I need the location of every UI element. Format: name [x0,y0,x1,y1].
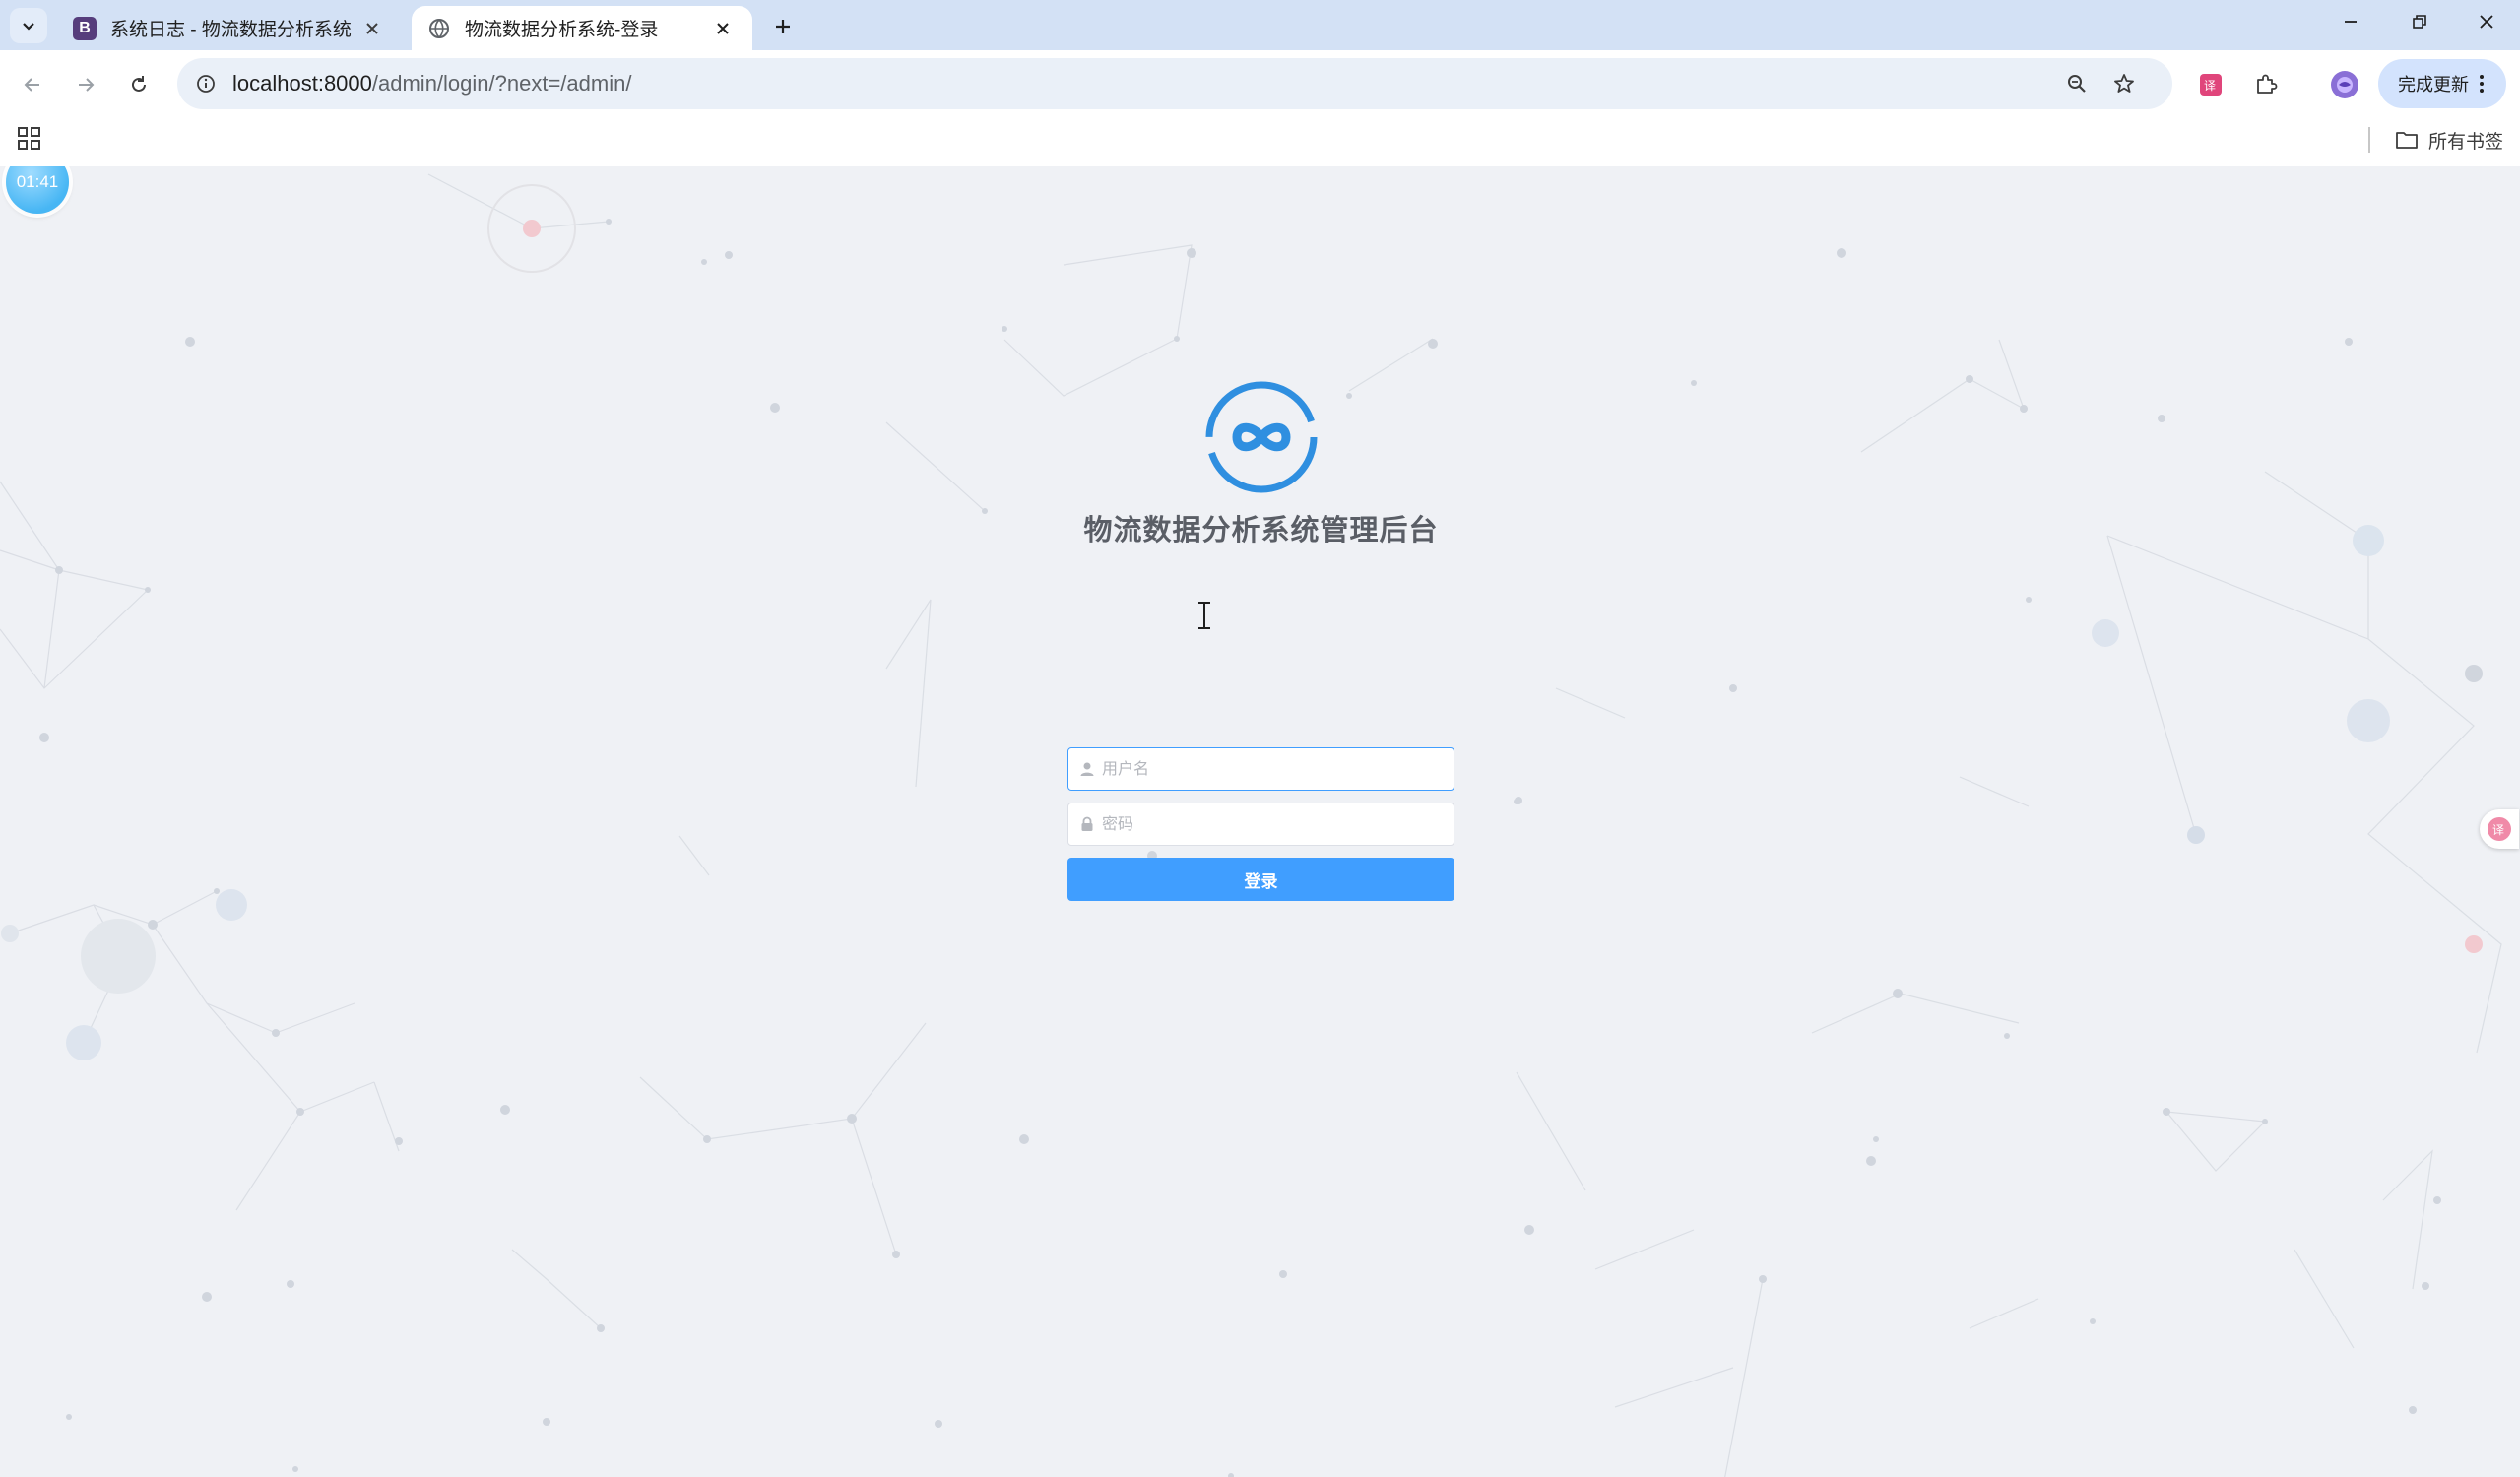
url-path: /admin/login/?next=/admin/ [371,71,632,96]
tab-search-button[interactable] [10,8,47,43]
timer-text: 01:41 [16,172,59,191]
site-info-button[interactable] [189,67,223,100]
close-icon [2480,15,2493,29]
tab-close-icon[interactable] [358,15,386,42]
side-translate-button[interactable]: 译 [2480,809,2519,849]
globe-icon [427,17,451,40]
zoom-icon [2068,75,2086,93]
close-window-button[interactable] [2452,0,2520,43]
new-tab-button[interactable] [766,10,800,43]
translate-icon: 译 [2488,817,2511,841]
tab-title: 物流数据分析系统-登录 [465,20,659,40]
minimize-button[interactable] [2316,0,2385,43]
username-input[interactable] [1100,754,1449,786]
login-button[interactable]: 登录 [1067,858,1454,901]
chevron-down-icon [23,23,34,31]
svg-text:译: 译 [2204,79,2216,93]
restore-button[interactable] [2385,0,2454,43]
folder-icon [2396,132,2418,149]
more-vert-icon [2480,75,2484,93]
reload-button[interactable] [118,64,160,105]
translate-icon: 译 [2200,74,2222,96]
plus-icon [776,20,790,33]
all-bookmarks-label: 所有书签 [2428,131,2504,153]
profile-button[interactable] [2326,66,2363,103]
password-input[interactable] [1100,809,1449,841]
text-cursor-icon [1198,602,1210,629]
bookmark-star-button[interactable] [2107,67,2141,100]
url-host: localhost:8000 [232,71,372,96]
tab-login[interactable]: 物流数据分析系统-登录 [412,6,752,50]
tab-strip: B 系统日志 - 物流数据分析系统 物流数据分析系统-登录 [0,0,2520,50]
svg-text:译: 译 [2492,823,2504,837]
tab-close-icon[interactable] [709,15,737,42]
extensions-button[interactable] [2247,66,2285,103]
forward-button[interactable] [65,64,106,105]
back-button[interactable] [12,64,53,105]
username-field[interactable] [1067,747,1454,791]
reload-icon [132,76,146,92]
translate-extension-button[interactable]: 译 [2192,66,2229,103]
password-field[interactable] [1067,803,1454,846]
bootstrap-favicon-icon: B [73,16,97,40]
avatar [2331,71,2358,98]
minimize-icon [2345,21,2357,23]
star-icon [2114,74,2134,93]
bookmarks-divider [2368,127,2370,153]
infinity-logo-icon [1205,381,1318,493]
update-label: 完成更新 [2398,75,2469,95]
info-icon [197,75,215,93]
system-title: 物流数据分析系统管理后台 [1083,515,1439,546]
puzzle-icon [2257,74,2278,94]
lock-icon [1078,815,1096,833]
update-button[interactable]: 完成更新 [2378,59,2506,108]
all-bookmarks-button[interactable]: 所有书签 [2395,125,2503,155]
address-bar[interactable]: localhost:8000/admin/login/?next=/admin/ [177,58,2172,109]
login-page: 01:41 译 物流数据分析系统管理后台 登录 [0,166,2520,1477]
url-text[interactable]: localhost:8000/admin/login/?next=/admin/ [232,71,631,96]
tab-title: 系统日志 - 物流数据分析系统 [110,20,352,40]
arrow-right-icon [79,78,95,92]
bookmarks-bar: 所有书签 [0,119,2520,166]
apps-grid-icon[interactable] [16,125,43,153]
restore-icon [2413,15,2426,29]
tab-system-log[interactable]: B 系统日志 - 物流数据分析系统 [57,6,402,50]
arrow-left-icon [24,78,39,92]
user-icon [1078,760,1096,778]
browser-toolbar: localhost:8000/admin/login/?next=/admin/… [0,50,2520,119]
zoom-button[interactable] [2060,67,2094,100]
